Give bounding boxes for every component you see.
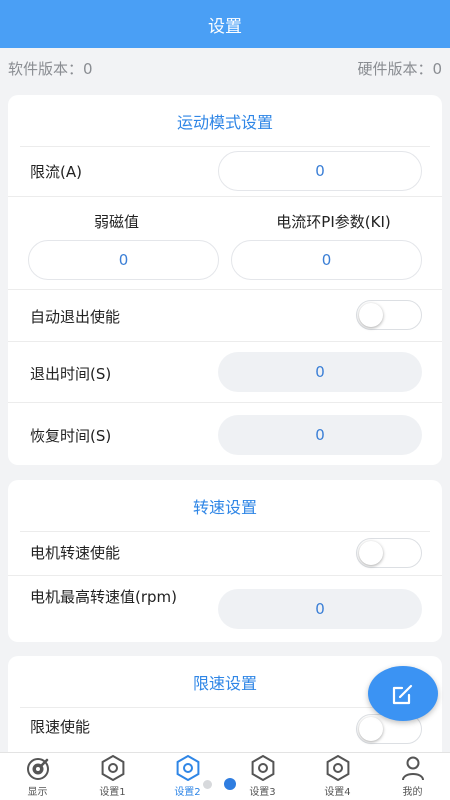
tab-settings-1[interactable]: 设置1: [75, 753, 150, 800]
edit-fab-button[interactable]: [368, 666, 438, 721]
tab-display-label: 显示: [27, 787, 48, 798]
bottom-tab-bar: 显示 设置1 设置2 设置3 设置4 我的: [0, 752, 450, 800]
dashboard-icon: [26, 758, 49, 780]
tab-mine[interactable]: 我的: [375, 753, 450, 800]
motor-speed-enable-row: 电机转速使能: [8, 532, 442, 576]
limit-enable-row: 限速使能: [8, 708, 442, 752]
exit-time-input[interactable]: 0: [218, 352, 422, 392]
tab-display[interactable]: 显示: [0, 753, 75, 800]
tab-settings-1-label: 设置1: [99, 787, 126, 798]
page-title: 设置: [208, 16, 242, 37]
motion-settings-title: 运动模式设置: [20, 95, 430, 147]
recovery-time-row: 恢复时间(S) 0: [8, 403, 442, 464]
page-dot-active: [224, 778, 236, 790]
toggle-knob: [359, 717, 383, 741]
hex-nut-icon: [326, 755, 349, 781]
motor-speed-enable-toggle[interactable]: [356, 538, 422, 568]
tab-settings-2-label: 设置2: [174, 787, 201, 798]
max-speed-row: 电机最高转速值(rpm) 0: [8, 576, 442, 642]
page-dot: [203, 779, 212, 789]
motor-speed-enable-label: 电机转速使能: [30, 544, 121, 562]
current-limit-label: 限流(A): [30, 163, 82, 181]
version-bar: 软件版本：0 硬件版本：0: [0, 58, 450, 86]
auto-exit-label: 自动退出使能: [30, 308, 121, 326]
max-speed-label: 电机最高转速值(rpm): [30, 588, 178, 606]
auto-exit-toggle[interactable]: [356, 300, 422, 330]
recovery-time-input[interactable]: 0: [218, 415, 422, 455]
current-limit-input[interactable]: 0: [218, 151, 422, 191]
exit-time-label: 退出时间(S): [30, 365, 112, 383]
current-limit-row: 限流(A) 0: [8, 147, 442, 197]
tab-mine-label: 我的: [402, 787, 423, 798]
motion-settings-card: 运动模式设置 限流(A) 0 弱磁值 电流环PI参数(KI) 0 0 自动退出使…: [8, 95, 442, 465]
tab-settings-4-label: 设置4: [324, 787, 351, 798]
speed-settings-title: 转速设置: [20, 480, 430, 532]
tab-settings-2[interactable]: 设置2: [150, 753, 225, 800]
page-indicator: [203, 778, 236, 790]
max-speed-input[interactable]: 0: [218, 589, 422, 629]
app-header: 设置: [0, 0, 450, 48]
toggle-knob: [359, 541, 383, 565]
pi-ki-label: 电流环PI参数(KI): [276, 213, 391, 231]
recovery-time-label: 恢复时间(S): [30, 427, 112, 445]
limit-enable-label: 限速使能: [30, 718, 91, 736]
pi-ki-input[interactable]: 0: [231, 240, 422, 280]
speed-settings-card: 转速设置 电机转速使能 电机最高转速值(rpm) 0: [8, 480, 442, 642]
hex-nut-icon: [101, 755, 124, 781]
field-weakening-label: 弱磁值: [93, 213, 139, 231]
tab-settings-3[interactable]: 设置3: [225, 753, 300, 800]
weakening-pi-row: 弱磁值 电流环PI参数(KI) 0 0: [8, 197, 442, 290]
hex-nut-icon: [176, 755, 199, 781]
toggle-knob: [359, 303, 383, 327]
tab-settings-4[interactable]: 设置4: [300, 753, 375, 800]
edit-icon: [392, 684, 413, 704]
software-version: 软件版本：0: [8, 60, 93, 78]
exit-time-row: 退出时间(S) 0: [8, 342, 442, 403]
user-icon: [401, 756, 424, 781]
hex-nut-icon: [251, 755, 274, 781]
auto-exit-row: 自动退出使能: [8, 290, 442, 342]
tab-settings-3-label: 设置3: [249, 787, 276, 798]
field-weakening-input[interactable]: 0: [28, 240, 219, 280]
hardware-version: 硬件版本：0: [357, 60, 442, 78]
